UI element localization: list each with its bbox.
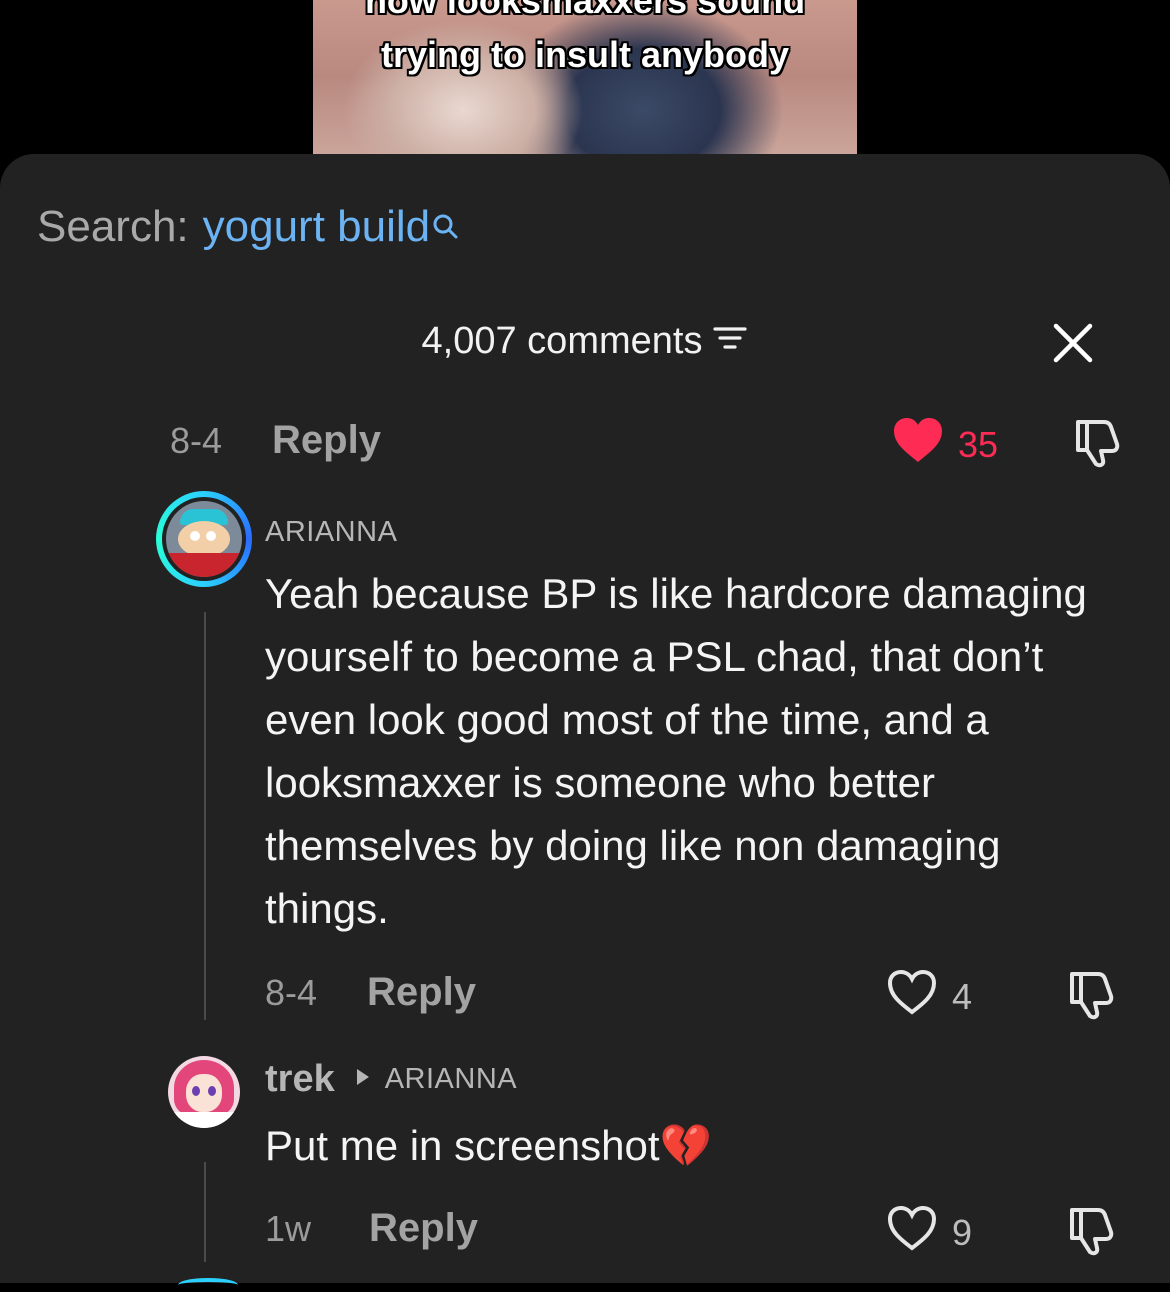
reply-arrow-icon	[355, 1067, 371, 1092]
search-label: Search:	[37, 202, 189, 251]
dislike-icon[interactable]	[1070, 418, 1124, 473]
like-button[interactable]: 35	[892, 416, 998, 473]
video-preview[interactable]: how looksmaxxers sound trying to insult …	[313, 0, 857, 154]
comment-text-content: Put me in screenshot	[265, 1122, 660, 1169]
like-count: 9	[952, 1211, 973, 1253]
sort-filter-icon[interactable]	[712, 320, 748, 363]
comments-sheet: Search: yogurt build 4,007 comments 8-4 …	[0, 154, 1170, 1283]
like-count: 4	[952, 975, 973, 1017]
broken-heart-emoji: 💔	[659, 1122, 712, 1169]
reply-button[interactable]: Reply	[369, 1206, 478, 1251]
comment-date: 8-4	[265, 971, 318, 1013]
close-icon[interactable]	[1052, 322, 1094, 369]
avatar[interactable]	[156, 491, 252, 587]
comment-date: 1w	[265, 1207, 312, 1249]
comment-text: Put me in screenshot💔	[265, 1114, 1135, 1177]
search-icon	[430, 202, 460, 252]
comment-username[interactable]: ARIANNA	[265, 516, 397, 549]
search-query[interactable]: yogurt build	[203, 202, 430, 252]
video-caption-line2: trying to insult anybody	[380, 34, 789, 75]
comment-text: Yeah because BP is like hardcore damagin…	[265, 570, 1087, 932]
like-button[interactable]: 4	[886, 968, 972, 1025]
heart-outline-icon	[886, 968, 938, 1025]
video-caption-line1: how looksmaxxers sound	[364, 0, 806, 21]
reply-button[interactable]: Reply	[272, 418, 381, 463]
comment-actions: 1w Reply	[265, 1206, 478, 1251]
comment-count: 4,007 comments	[421, 320, 703, 362]
reply-to-username[interactable]: ARIANNA	[385, 1063, 517, 1096]
comment-author-line: trek ARIANNA	[265, 1058, 517, 1101]
like-button[interactable]: 9	[886, 1204, 972, 1261]
parent-comment-actions: 8-4 Reply	[170, 418, 381, 463]
comment-date: 8-4	[170, 419, 223, 461]
comment-actions: 8-4 Reply	[265, 970, 476, 1015]
thread-line	[204, 1162, 206, 1262]
dislike-icon[interactable]	[1064, 970, 1118, 1025]
heart-filled-icon	[892, 416, 944, 473]
like-count: 35	[958, 423, 999, 465]
reply-button[interactable]: Reply	[367, 970, 476, 1015]
heart-outline-icon	[886, 1204, 938, 1261]
dislike-icon[interactable]	[1064, 1206, 1118, 1261]
avatar[interactable]	[168, 1056, 240, 1128]
search-suggestion[interactable]: Search: yogurt build	[37, 202, 460, 252]
thread-line	[204, 612, 206, 1020]
comments-header: 4,007 comments	[0, 320, 1170, 363]
comment-username[interactable]: trek	[265, 1058, 335, 1101]
next-avatar-edge	[178, 1278, 238, 1292]
